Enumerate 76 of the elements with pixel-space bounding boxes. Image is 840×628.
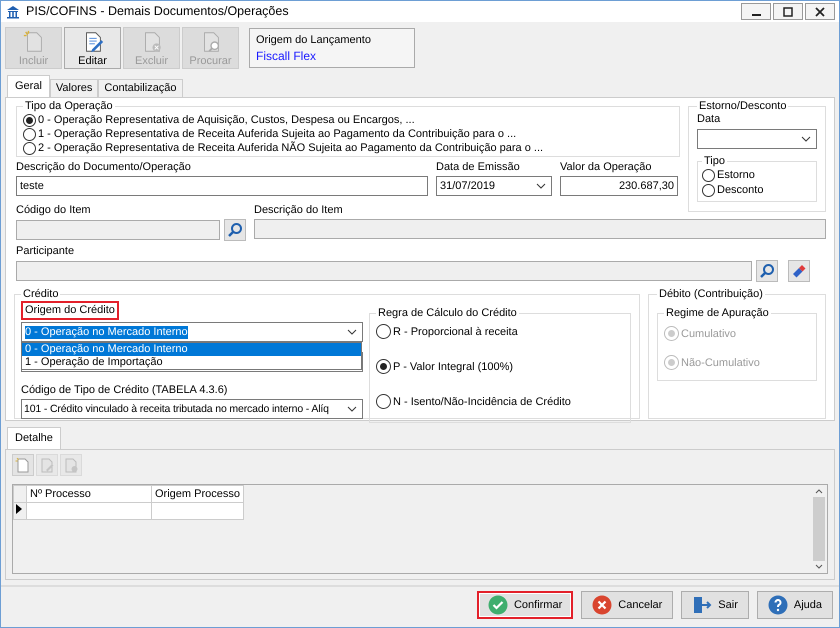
field-label: Valor da Operação — [560, 161, 653, 174]
eraser-icon — [792, 264, 806, 278]
table-cell[interactable] — [26, 502, 152, 520]
maximize-button[interactable] — [773, 3, 803, 20]
search-icon — [227, 222, 243, 238]
footer-button[interactable]: Ajuda — [756, 591, 833, 619]
input-field[interactable] — [16, 220, 220, 240]
window-title: PIS/COFINS - Demais Documentos/Operações — [26, 5, 289, 18]
group-title: Regra de Cálculo do Crédito — [377, 307, 518, 320]
close-icon — [815, 6, 825, 16]
group-title: Regime de Apuração — [665, 307, 770, 320]
radio-option[interactable]: Estorno — [702, 168, 812, 182]
date-dropdown[interactable]: 31/07/2019 — [436, 176, 552, 196]
caret-icon — [347, 406, 357, 412]
field-label: Participante — [16, 245, 76, 258]
caret-icon — [801, 136, 811, 142]
group-title: Crédito — [22, 288, 60, 301]
radio-option[interactable]: Desconto — [702, 183, 812, 197]
input-field[interactable] — [254, 219, 826, 239]
origin-value: Fiscall Flex — [256, 50, 318, 63]
check-icon — [488, 595, 508, 615]
search-button[interactable] — [756, 260, 778, 282]
minimize-button[interactable] — [741, 3, 771, 20]
dropdown-option[interactable]: 1 - Operação de Importação — [22, 356, 361, 369]
delete-document-icon — [63, 457, 79, 473]
dropdown-option[interactable]: 0 - Operação no Mercado Interno — [22, 343, 361, 356]
minimize-icon — [752, 14, 760, 16]
footer-button[interactable]: Confirmar — [476, 591, 574, 619]
group-title: Estorno/Desconto — [698, 100, 788, 113]
field-label: Origem do Crédito — [21, 301, 119, 320]
date-dropdown[interactable] — [697, 129, 817, 149]
origin-label: Origem do Lançamento — [256, 34, 372, 47]
radio-option[interactable]: N - Isento/Não-Incidência de Crédito — [376, 394, 624, 409]
tab[interactable]: Detalhe — [7, 427, 61, 449]
origin-dropdown[interactable]: 0 - Operação no Mercado Interno — [21, 322, 363, 342]
field-label: Data de Emissão — [436, 161, 521, 174]
radio-option[interactable]: R - Proporcional à receita — [376, 324, 624, 339]
toolbar-button[interactable]: Editar — [64, 27, 121, 69]
toolbar-button[interactable] — [12, 454, 34, 476]
table-cell[interactable] — [152, 502, 244, 520]
new-document-icon — [15, 457, 31, 473]
input-field[interactable]: 230.687,30 — [560, 176, 678, 196]
cancel-icon — [592, 595, 612, 615]
field-label: Data — [697, 113, 722, 126]
exit-icon — [692, 595, 712, 615]
radio-option[interactable]: P - Valor Integral (100%) — [376, 359, 624, 374]
tab[interactable]: Contabilização — [98, 79, 183, 97]
group-title: Tipo da Operação — [24, 100, 114, 113]
footer-button[interactable]: Cancelar — [581, 591, 674, 619]
footer-button[interactable]: Sair — [681, 591, 749, 619]
close-button[interactable] — [805, 3, 835, 20]
column-header: Nº Processo — [26, 486, 152, 502]
radio-option[interactable]: 1 - Operação Representativa de Receita Auferida Sujeita ao Pagamento da Contribuição para o ... — [23, 127, 675, 141]
field-label: Código do Item — [16, 204, 92, 217]
group-title: Tipo — [703, 155, 726, 168]
radio-option[interactable]: 2 - Operação Representativa de Receita Auferida NÃO Sujeita ao Pagamento da Contribuição para o ... — [23, 141, 675, 155]
field-label: Descrição do Item — [254, 204, 344, 217]
input-field[interactable]: teste — [16, 176, 428, 196]
group-title: Débito (Contribuição) — [658, 288, 764, 301]
tab[interactable]: Valores — [50, 79, 98, 97]
column-header: Origem Processo — [152, 486, 244, 502]
input-field[interactable] — [16, 261, 752, 281]
eraser-button[interactable] — [788, 260, 810, 282]
tab[interactable]: Geral — [7, 75, 50, 97]
building-icon — [6, 4, 20, 18]
search-icon — [759, 263, 775, 279]
caret-icon — [536, 183, 546, 189]
edit-document-icon — [39, 457, 55, 473]
help-icon — [768, 595, 788, 615]
radio-option[interactable]: 0 - Operação Representativa de Aquisição, Custos, Despesa ou Encargos, ... — [23, 113, 675, 127]
field-label: Descrição do Documento/Operação — [16, 161, 192, 174]
search-button[interactable] — [224, 219, 246, 241]
maximize-icon — [783, 6, 793, 16]
field-label: Código de Tipo de Crédito (TABELA 4.3.6) — [21, 384, 228, 397]
caret-icon — [347, 329, 357, 335]
credit-type-dropdown[interactable]: 101 - Crédito vinculado à receita tributada no mercado interno - Alíq — [21, 399, 363, 419]
